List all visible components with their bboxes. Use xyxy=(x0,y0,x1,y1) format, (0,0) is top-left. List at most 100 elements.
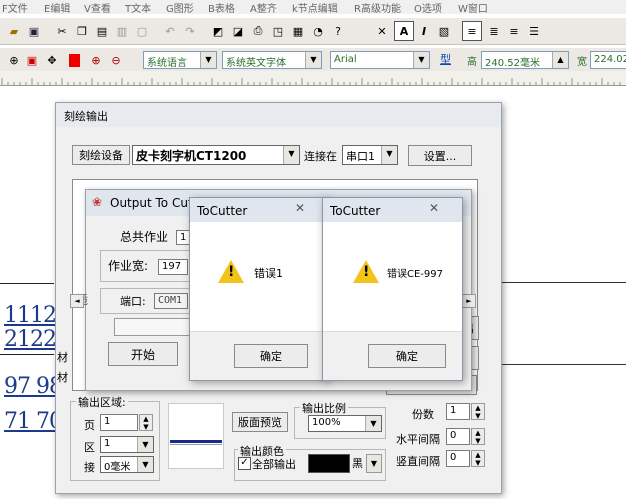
move-icon[interactable]: ✥ xyxy=(42,50,62,70)
warning-icon xyxy=(353,260,379,283)
ok-button[interactable]: 确定 xyxy=(368,344,446,368)
chevron-down-icon: ▼ xyxy=(137,457,153,472)
align-left-icon[interactable]: ≡ xyxy=(462,21,482,41)
export-icon[interactable]: ◪ xyxy=(228,21,248,41)
justify-icon[interactable]: ☰ xyxy=(524,21,544,41)
menu-view[interactable]: V查看 xyxy=(84,0,111,15)
canvas-text-line[interactable]: 97 98 xyxy=(4,374,63,399)
node-icon[interactable]: ▣ xyxy=(22,50,42,70)
font-script-select[interactable]: 系统英文字体 ▼ xyxy=(222,51,322,69)
start-button[interactable]: 开始 xyxy=(108,342,178,366)
copies-spinner[interactable]: ▲ ▼ xyxy=(471,403,485,420)
tool-cross-icon[interactable]: ✕ xyxy=(372,21,392,41)
vgap-input[interactable]: 0 xyxy=(446,450,470,467)
copy-icon[interactable]: ❐ xyxy=(72,21,92,41)
page-input[interactable]: 1 xyxy=(100,414,138,431)
align-right-icon[interactable]: ≡ xyxy=(504,21,524,41)
canvas-text-line[interactable]: 2122 xyxy=(4,327,57,352)
cut-device-button[interactable]: 刻绘设备 xyxy=(72,145,130,165)
region-select[interactable]: 1 ▼ xyxy=(100,436,154,453)
chevron-down-icon: ▼ xyxy=(137,437,153,452)
error-message: 错误1 xyxy=(254,267,283,280)
copies-input[interactable]: 1 xyxy=(446,403,470,420)
open-icon[interactable]: ▰ xyxy=(4,21,24,41)
ok-button[interactable]: 确定 xyxy=(234,344,308,368)
chevron-down-icon: ▼ xyxy=(381,146,397,164)
text-frame-icon[interactable]: ▧ xyxy=(434,21,454,41)
vgap-spinner[interactable]: ▲ ▼ xyxy=(471,450,485,467)
menu-text[interactable]: T文本 xyxy=(125,0,151,15)
menu-advanced[interactable]: R高级功能 xyxy=(354,0,401,15)
chevron-down-icon: ▼ xyxy=(283,146,299,164)
delete-icon[interactable]: ▢ xyxy=(132,21,152,41)
import-icon[interactable]: ◩ xyxy=(208,21,228,41)
spin-icon[interactable]: ▲ xyxy=(552,52,568,68)
job-width-input: 197 xyxy=(158,259,188,275)
menu-window[interactable]: W窗口 xyxy=(458,0,488,15)
save-icon[interactable]: ▣ xyxy=(24,21,44,41)
page-spinner[interactable]: ▲ ▼ xyxy=(139,414,153,431)
align-center-icon[interactable]: ≣ xyxy=(484,21,504,41)
tip-bulb-icon[interactable]: ◔ xyxy=(308,21,328,41)
error-message: 错误CE-997 xyxy=(387,269,443,280)
scroll-left-icon[interactable]: ◄ xyxy=(70,294,84,308)
progress-bar xyxy=(114,318,192,336)
toolbar-standard: ▰ ▣ ✂ ❐ ▤ ▥ ▢ ↶ ↷ ◩ ◪ ⎙ ◳ ▦ ◔ ? ✕ A I ▧ … xyxy=(0,17,626,45)
msgbox-footer: 确定 xyxy=(190,331,326,380)
material-label: 材 xyxy=(57,371,68,384)
warning-icon xyxy=(218,260,244,283)
menu-graphics[interactable]: G图形 xyxy=(166,0,194,15)
close-icon[interactable]: ✕ xyxy=(429,201,439,215)
hgap-input[interactable]: 0 xyxy=(446,428,470,445)
chevron-down-icon: ▼ xyxy=(413,52,429,68)
output-region-label: 输出区域: xyxy=(76,394,128,410)
height-label: 高 xyxy=(467,57,477,68)
device-select[interactable]: 皮卡刻字机CT1200 ▼ xyxy=(132,145,300,165)
port-input: COM1 xyxy=(154,293,188,309)
settings-button[interactable]: 设置... xyxy=(408,145,472,166)
canvas-text-line[interactable]: 71 70 xyxy=(4,409,63,434)
hgap-spinner[interactable]: ▲ ▼ xyxy=(471,428,485,445)
close-icon[interactable]: ✕ xyxy=(295,201,305,215)
print-icon[interactable]: ⎙ xyxy=(248,21,268,41)
cut-icon[interactable]: ✂ xyxy=(52,21,72,41)
help-icon[interactable]: ? xyxy=(328,21,348,41)
menu-table[interactable]: B表格 xyxy=(208,0,235,15)
canvas-text-line[interactable]: 1112 xyxy=(4,303,57,328)
menu-options[interactable]: O选项 xyxy=(414,0,442,15)
connect-offset-select[interactable]: 0毫米 ▼ xyxy=(100,456,154,473)
font-type-button[interactable]: 型 xyxy=(440,51,451,67)
height-input[interactable]: 240.52毫米 ▲ xyxy=(481,51,569,69)
dialog-title-bar: 刻绘输出 xyxy=(56,103,501,127)
menu-file[interactable]: F文件 xyxy=(2,0,28,15)
zoom-in-icon[interactable]: ⊕ xyxy=(86,50,106,70)
zoom-out-icon[interactable]: ⊖ xyxy=(106,50,126,70)
font-name-select[interactable]: Arial ▼ xyxy=(330,51,430,69)
width-input[interactable]: 224.02 xyxy=(590,51,626,69)
ratio-select[interactable]: 100% ▼ xyxy=(308,415,382,432)
print-preview-icon[interactable]: ◳ xyxy=(268,21,288,41)
undo-icon[interactable]: ↶ xyxy=(160,21,180,41)
text-bold-box-icon[interactable]: A xyxy=(394,21,414,41)
all-output-checkbox[interactable]: ✓ xyxy=(238,457,251,470)
menu-edit[interactable]: E编辑 xyxy=(44,0,70,15)
color-swatch[interactable] xyxy=(308,454,350,473)
msgbox-footer: 确定 xyxy=(323,331,462,380)
copies-label: 份数 xyxy=(412,408,434,421)
menu-node-edit[interactable]: k节点编辑 xyxy=(292,0,338,15)
color-fill-icon[interactable] xyxy=(64,50,84,70)
font-language-select[interactable]: 系统语言 ▼ xyxy=(143,51,217,69)
paste-special-icon[interactable]: ▥ xyxy=(112,21,132,41)
scroll-right-icon[interactable]: ► xyxy=(462,294,476,308)
dialog-title: 刻绘输出 xyxy=(64,110,108,123)
dialog-title: Output To Cutt xyxy=(110,196,198,210)
zoom-icon[interactable]: ⊕ xyxy=(4,50,24,70)
paste-icon[interactable]: ▤ xyxy=(92,21,112,41)
layout-preview-button[interactable]: 版面预览 xyxy=(232,412,288,432)
chevron-down-icon[interactable]: ▼ xyxy=(366,454,382,473)
port-select[interactable]: 串口1 ▼ xyxy=(342,145,398,165)
redo-icon[interactable]: ↷ xyxy=(180,21,200,41)
properties-icon[interactable]: ▦ xyxy=(288,21,308,41)
menu-align[interactable]: A整齐 xyxy=(250,0,277,15)
italic-icon[interactable]: I xyxy=(414,21,434,41)
